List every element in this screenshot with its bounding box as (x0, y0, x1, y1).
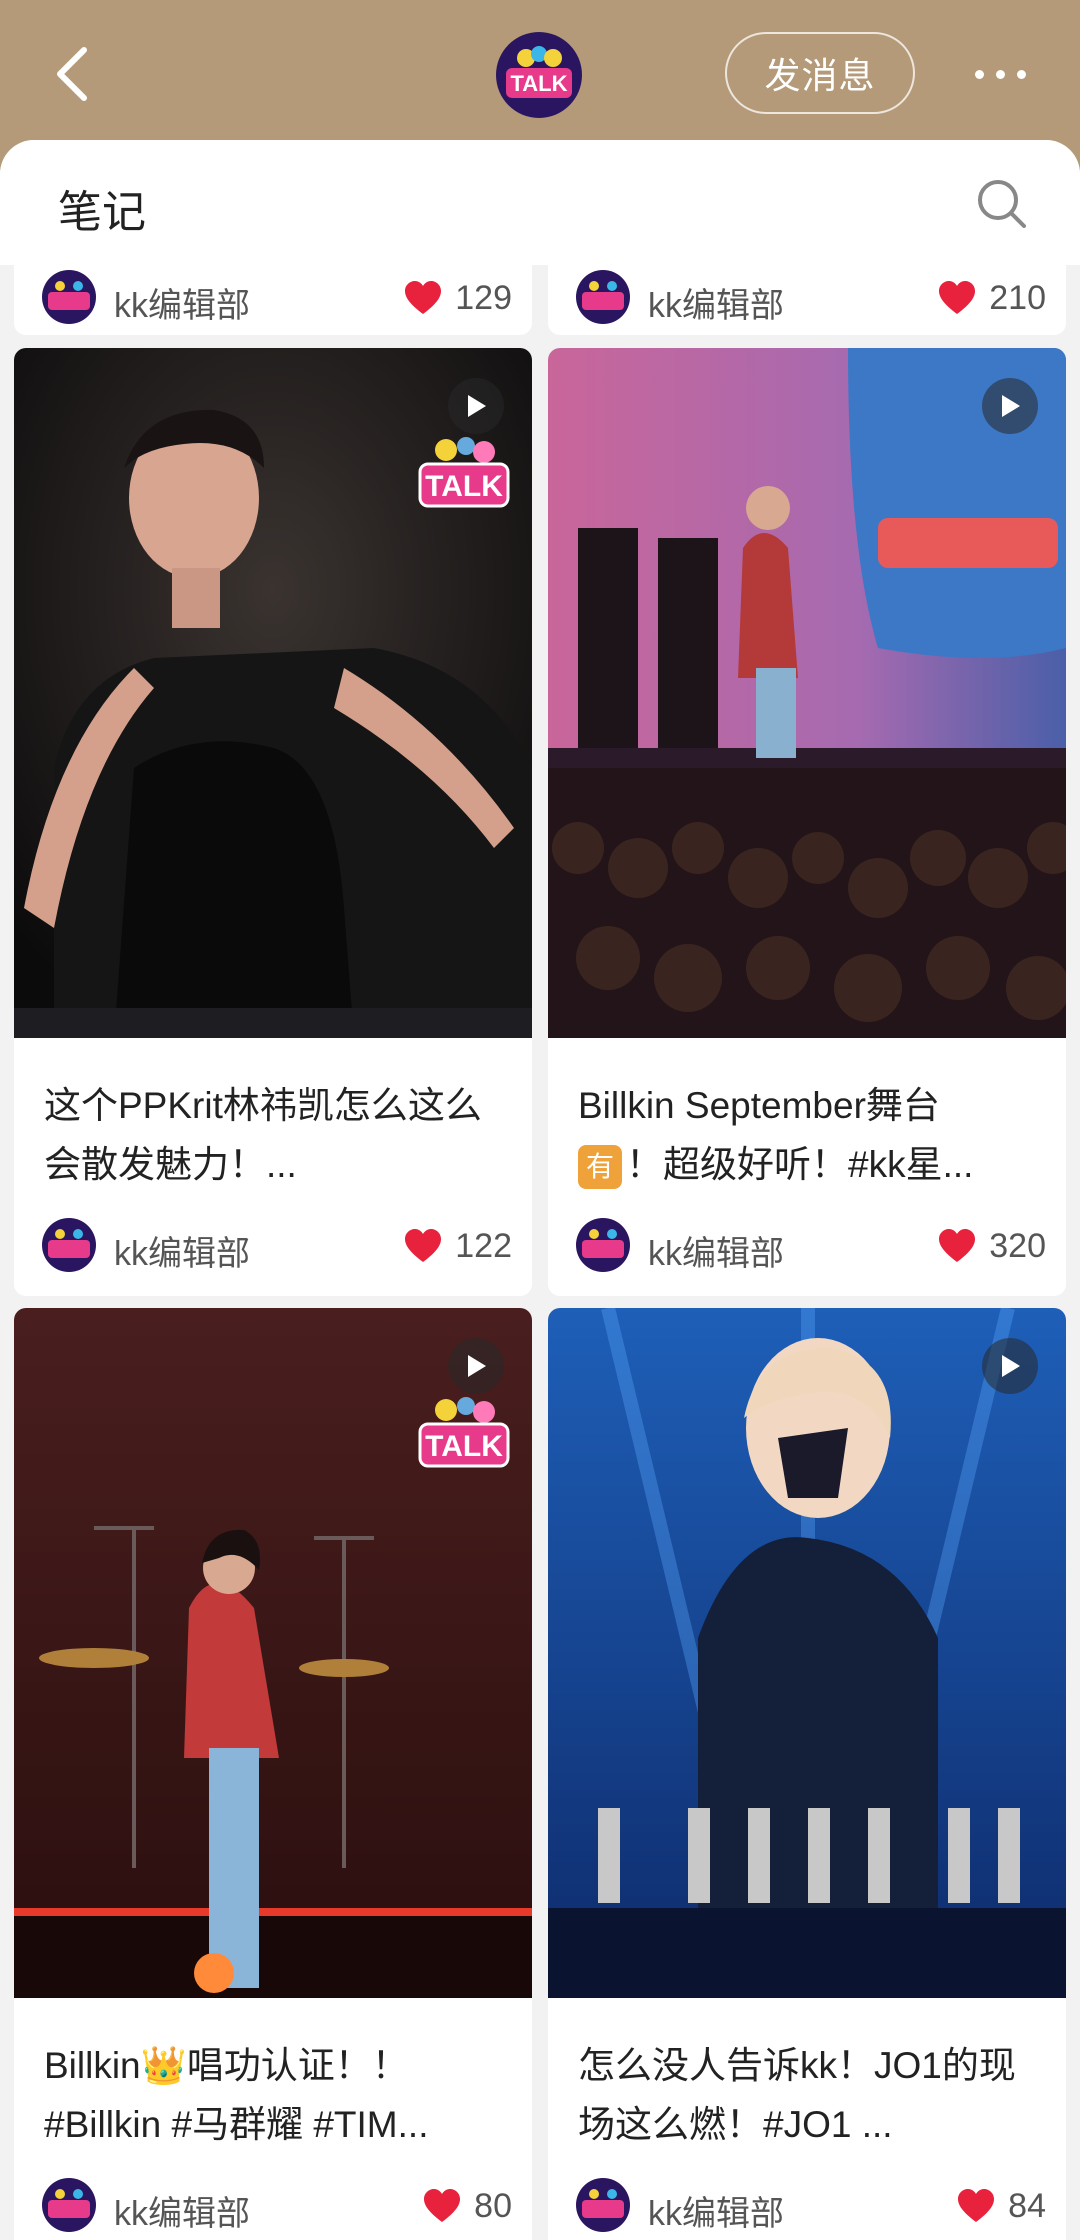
tag-badge: 有 (578, 1145, 622, 1190)
dot-icon (995, 69, 1005, 79)
like-count: 84 (1008, 2186, 1046, 2225)
note-card[interactable]: TALK Billkin👑唱功认证！！#Billkin #马群耀 #TIM...… (14, 1308, 532, 2240)
play-button[interactable] (448, 1338, 504, 1394)
like-count: 210 (989, 278, 1046, 317)
like-button[interactable]: 84 (956, 2184, 1046, 2228)
play-button[interactable] (448, 378, 504, 434)
top-bar: TALK 发消息 (0, 0, 1080, 150)
note-title[interactable]: 怎么没人告诉kk！JO1的现场这么燃！#JO1 ... (578, 2036, 1048, 2154)
play-icon (468, 1355, 486, 1377)
heart-icon (405, 281, 442, 314)
like-count: 320 (989, 1226, 1046, 1265)
heart-icon (939, 1229, 976, 1262)
play-button[interactable] (982, 378, 1038, 434)
author-name[interactable]: kk编辑部 (114, 278, 250, 327)
like-button[interactable]: 80 (422, 2184, 512, 2228)
dot-icon (1016, 69, 1026, 79)
like-count: 122 (455, 1226, 512, 1265)
title-text: ！超级好听！#kk星... (626, 1144, 974, 1185)
heart-icon (424, 2189, 461, 2222)
like-count: 129 (455, 278, 512, 317)
author-name[interactable]: kk编辑部 (648, 1226, 784, 1275)
note-card[interactable]: Billkin September舞台有！超级好听！#kk星... kk编辑部 … (548, 348, 1066, 1296)
heart-icon (958, 2189, 995, 2222)
search-icon (978, 180, 1026, 228)
sheet-header: 笔记 (0, 140, 1080, 265)
send-message-button[interactable]: 发消息 (725, 32, 915, 114)
talk-sticker: TALK (416, 434, 512, 514)
title-text: Billkin September舞台 (578, 1085, 940, 1126)
like-button[interactable]: 320 (937, 1224, 1046, 1268)
back-button[interactable] (40, 36, 104, 112)
heart-icon (939, 281, 976, 314)
avatar[interactable] (42, 1218, 96, 1272)
talk-logo-icon: TALK (506, 46, 572, 98)
more-options-button[interactable] (960, 56, 1040, 92)
sticker-text: TALK (425, 1430, 503, 1463)
play-button[interactable] (982, 1338, 1038, 1394)
notes-sheet: 笔记 kk编辑部 129 kk编辑部 210 TALK 这个PPKrit林祎凯怎… (0, 140, 1080, 2240)
note-card[interactable]: TALK 这个PPKrit林祎凯怎么这么会散发魅力！... kk编辑部 122 (14, 348, 532, 1296)
note-title[interactable]: Billkin September舞台有！超级好听！#kk星... (578, 1076, 1048, 1194)
sticker-text: TALK (425, 470, 503, 503)
avatar[interactable] (42, 2178, 96, 2232)
card-footer: kk编辑部 122 (42, 1218, 512, 1274)
like-button[interactable]: 210 (937, 276, 1046, 320)
like-button[interactable]: 122 (403, 1224, 512, 1268)
talk-sticker: TALK (416, 1394, 512, 1474)
sheet-title: 笔记 (58, 188, 146, 237)
like-count: 80 (474, 2186, 512, 2225)
card-footer: kk编辑部 210 (576, 270, 1046, 326)
author-name[interactable]: kk编辑部 (114, 2186, 250, 2235)
video-thumbnail[interactable]: TALK (14, 348, 532, 1038)
chevron-left-icon (57, 47, 87, 101)
note-title[interactable]: Billkin👑唱功认证！！#Billkin #马群耀 #TIM... (44, 2036, 514, 2154)
video-thumbnail[interactable] (548, 348, 1066, 1038)
author-name[interactable]: kk编辑部 (114, 1226, 250, 1275)
title-text: Billkin (44, 2045, 141, 2086)
avatar[interactable] (576, 1218, 630, 1272)
logo-text: TALK (510, 71, 567, 96)
note-title[interactable]: 这个PPKrit林祎凯怎么这么会散发魅力！... (44, 1076, 514, 1194)
author-name[interactable]: kk编辑部 (648, 2186, 784, 2235)
like-button[interactable]: 129 (403, 276, 512, 320)
search-button[interactable] (972, 174, 1032, 234)
play-icon (1002, 395, 1020, 417)
avatar[interactable] (576, 270, 630, 324)
author-name[interactable]: kk编辑部 (648, 278, 784, 327)
account-logo[interactable]: TALK (496, 32, 582, 118)
heart-icon (405, 1229, 442, 1262)
video-thumbnail[interactable]: TALK (14, 1308, 532, 1998)
card-footer: kk编辑部 84 (576, 2178, 1046, 2234)
play-icon (1002, 1355, 1020, 1377)
play-icon (468, 395, 486, 417)
avatar[interactable] (576, 2178, 630, 2232)
card-footer: kk编辑部 80 (42, 2178, 512, 2234)
card-footer: kk编辑部 129 (42, 270, 512, 326)
dot-icon (974, 69, 984, 79)
video-thumbnail[interactable] (548, 1308, 1066, 1998)
crown-emoji: 👑 (140, 2045, 187, 2086)
card-footer: kk编辑部 320 (576, 1218, 1046, 1274)
note-card[interactable]: 怎么没人告诉kk！JO1的现场这么燃！#JO1 ... kk编辑部 84 (548, 1308, 1066, 2240)
avatar[interactable] (42, 270, 96, 324)
